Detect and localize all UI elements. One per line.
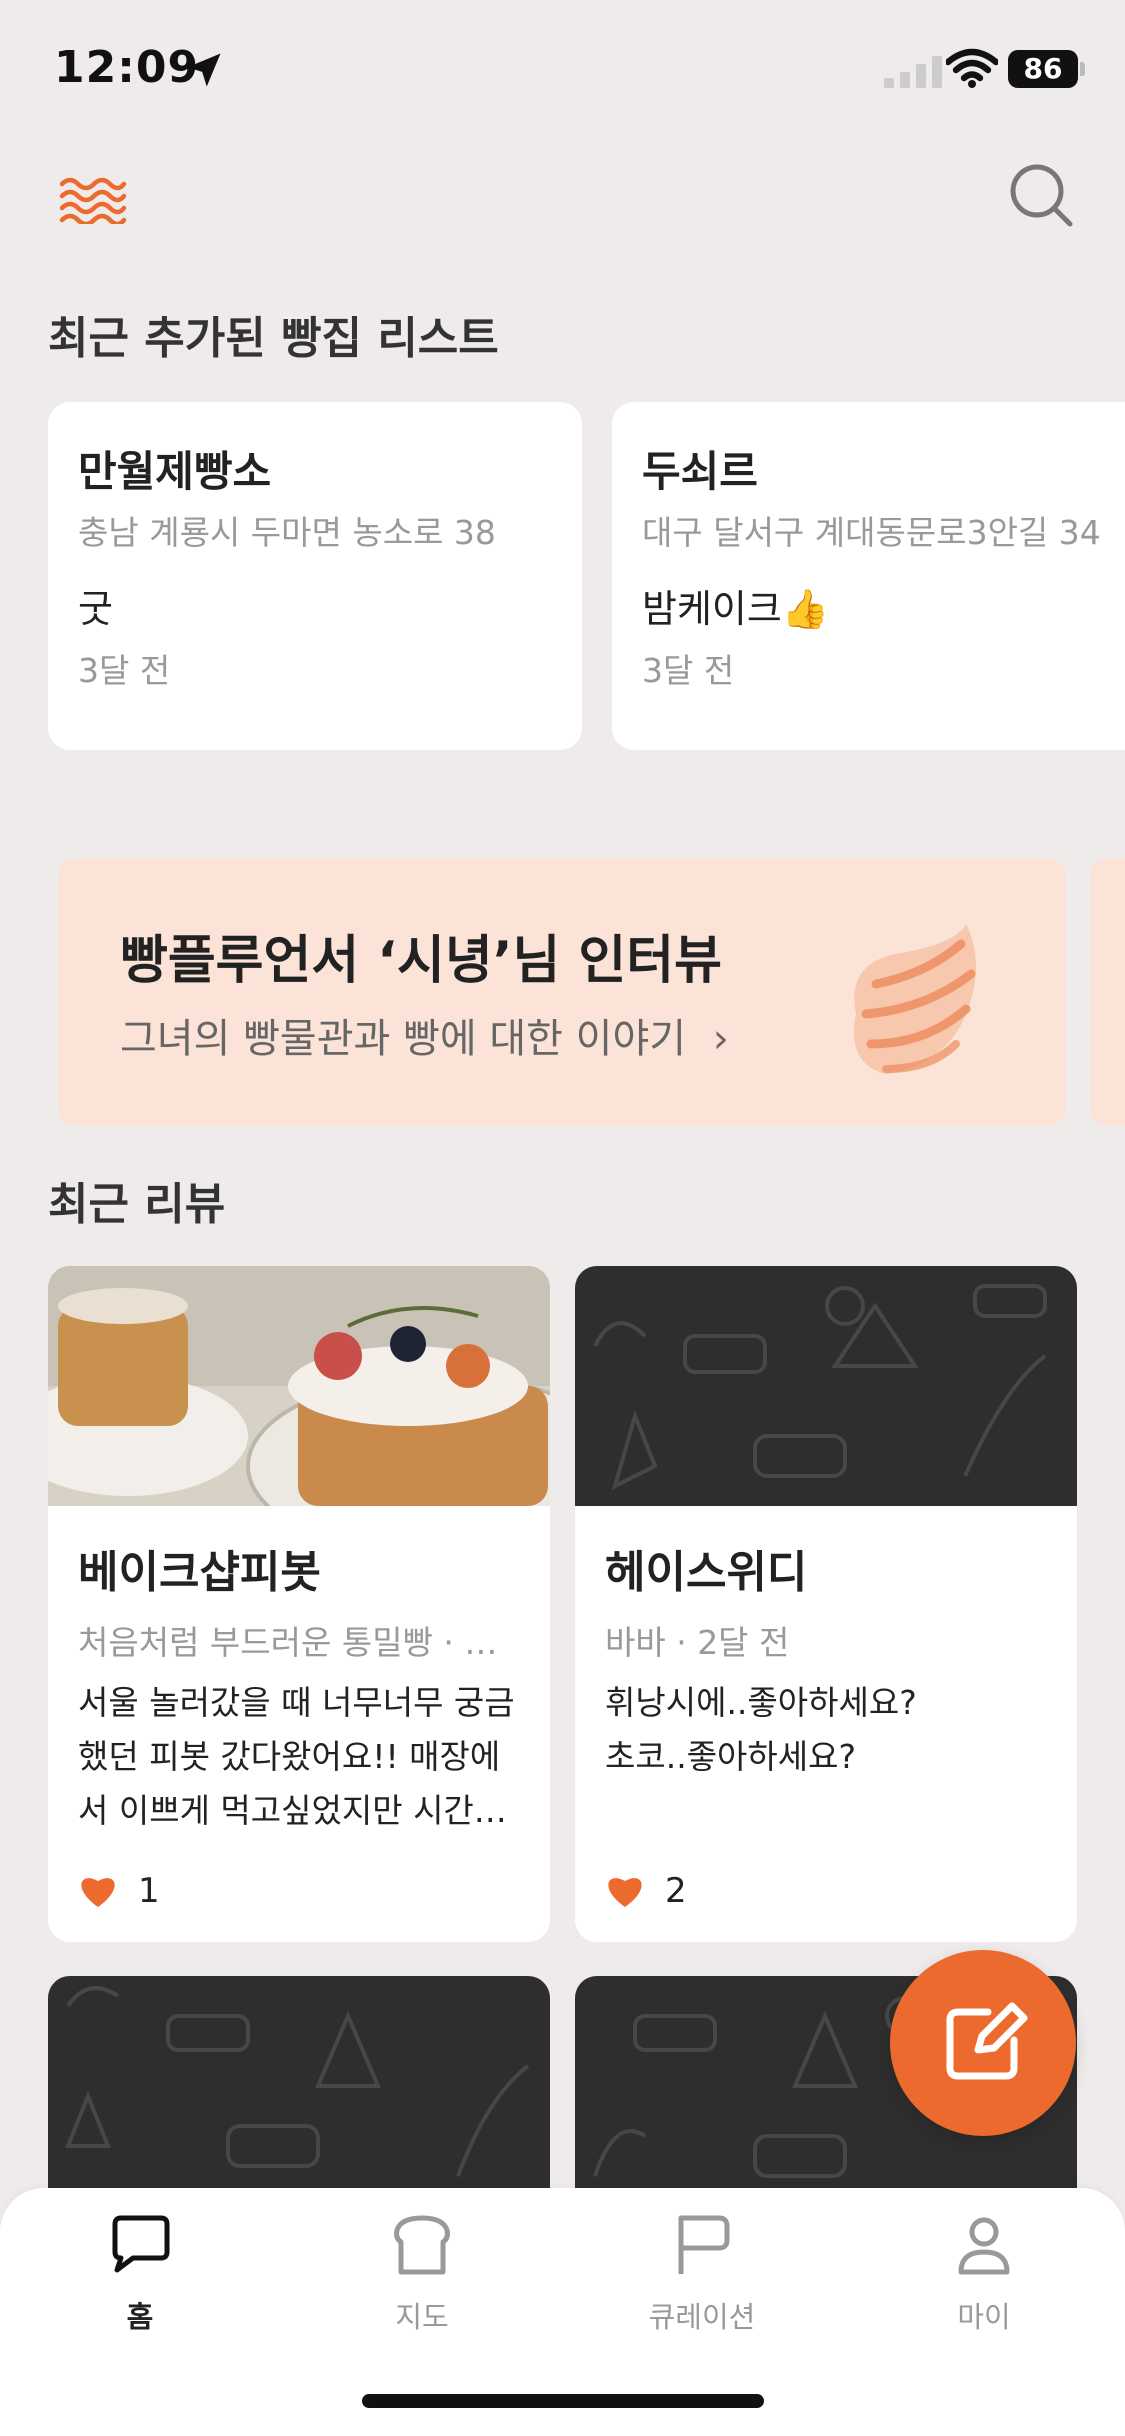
- next-banner-peek[interactable]: [1090, 858, 1125, 1126]
- tab-label: 홈: [126, 2300, 154, 2334]
- battery-indicator: 86: [1008, 50, 1085, 88]
- tab-label: 큐레이션: [648, 2300, 756, 2334]
- tab-map[interactable]: 지도: [322, 2210, 522, 2350]
- review-card[interactable]: 베이크샵피봇 처음처럼 부드러운 통밀빵 · … 서울 놀러갔을 때 너무너무 …: [48, 1266, 550, 1942]
- heart-icon: [608, 1878, 642, 1907]
- review-body: 베이크샵피봇 처음처럼 부드러운 통밀빵 · … 서울 놀러갔을 때 너무너무 …: [78, 1536, 528, 1842]
- review-text: 휘낭시에..좋아하세요? 초코..좋아하세요?: [605, 1683, 917, 1776]
- bread-icon: [394, 2215, 450, 2275]
- review-card-partial[interactable]: [48, 1976, 550, 2196]
- bakery-card[interactable]: 만월제빵소 충남 계룡시 두마면 농소로 38 굿 3달 전: [48, 402, 582, 750]
- review-card[interactable]: 헤이스위디 바바 · 2달 전 휘낭시에..좋아하세요? 초코..좋아하세요? …: [575, 1266, 1077, 1942]
- recent-reviews-title: 최근 리뷰: [48, 1179, 226, 1230]
- bakery-address: 대구 달서구 계대동문로3안길 34: [642, 513, 1101, 552]
- tab-home[interactable]: 홈: [40, 2210, 240, 2350]
- like-count: 1: [138, 1871, 160, 1911]
- wave-logo-icon[interactable]: [58, 172, 128, 224]
- like-count: 2: [665, 1871, 687, 1911]
- tab-label: 지도: [395, 2300, 449, 2334]
- edit-icon: [946, 2002, 1028, 2080]
- chevron-right-icon: ›: [712, 1016, 729, 1062]
- status-bar: 12:09 86: [0, 0, 1125, 140]
- battery-cap: [1080, 62, 1085, 76]
- status-time: 12:09: [54, 42, 200, 93]
- tab-label: 마이: [957, 2300, 1011, 2334]
- bakery-card[interactable]: 두쇠르 대구 달서구 계대동문로3안길 34 밤케이크👍 3달 전: [612, 402, 1125, 750]
- like-button[interactable]: 2: [605, 1866, 687, 1916]
- banner-subtitle-text: 그녀의 빵물관과 빵에 대한 이야기: [120, 1016, 687, 1062]
- flag-icon: [678, 2215, 730, 2274]
- like-button[interactable]: 1: [78, 1866, 160, 1916]
- tab-my[interactable]: 마이: [884, 2210, 1084, 2350]
- review-photo: [48, 1266, 550, 1506]
- bread-pattern-illustration: [65, 1986, 530, 2177]
- review-body: 헤이스위디 바바 · 2달 전 휘낭시에..좋아하세요? 초코..좋아하세요?: [605, 1536, 1055, 1842]
- bakery-time: 3달 전: [642, 651, 735, 690]
- bakery-address: 충남 계룡시 두마면 농소로 38: [78, 513, 496, 552]
- write-review-button[interactable]: [890, 1950, 1076, 2136]
- heart-icon: [81, 1878, 115, 1907]
- home-indicator[interactable]: [362, 2394, 764, 2408]
- bakery-time: 3달 전: [78, 651, 171, 690]
- bakery-name: 만월제빵소: [78, 447, 272, 496]
- location-arrow-icon: [187, 53, 221, 87]
- battery-level: 86: [1008, 50, 1078, 88]
- review-meta: 바바 · 2달 전: [605, 1623, 790, 1662]
- person-icon: [958, 2217, 1010, 2275]
- review-meta: 처음처럼 부드러운 통밀빵 · …: [78, 1623, 498, 1662]
- banner-title: 빵플루언서 ‘시녕’님 인터뷰: [120, 931, 722, 991]
- bakery-comment: 굿: [78, 587, 113, 631]
- bakery-comment: 밤케이크👍: [642, 587, 830, 631]
- tab-curation[interactable]: 큐레이션: [602, 2210, 802, 2350]
- review-placeholder-image: [575, 1266, 1077, 1506]
- interview-banner[interactable]: 빵플루언서 ‘시녕’님 인터뷰 그녀의 빵물관과 빵에 대한 이야기 ›: [58, 858, 1066, 1126]
- croissant-icon: [854, 924, 976, 1074]
- review-bakery-name: 베이크샵피봇: [78, 1547, 321, 1598]
- bread-pattern-illustration: [575, 1266, 1077, 1506]
- banner-subtitle: 그녀의 빵물관과 빵에 대한 이야기 ›: [120, 1006, 729, 1064]
- review-text: 서울 놀러갔을 때 너무너무 궁금했던 피봇 갔다왔어요!! 매장에서 이쁘게 …: [78, 1683, 515, 1830]
- review-bakery-name: 헤이스위디: [605, 1547, 808, 1598]
- cellular-signal-icon: [884, 56, 942, 88]
- search-icon[interactable]: [1006, 160, 1076, 230]
- wifi-icon: [946, 48, 998, 88]
- speech-bubble-icon: [112, 2215, 170, 2273]
- bread-photo-illustration: [48, 1266, 550, 1506]
- recent-bakeries-title: 최근 추가된 빵집 리스트: [48, 313, 499, 364]
- bakery-name: 두쇠르: [642, 447, 758, 496]
